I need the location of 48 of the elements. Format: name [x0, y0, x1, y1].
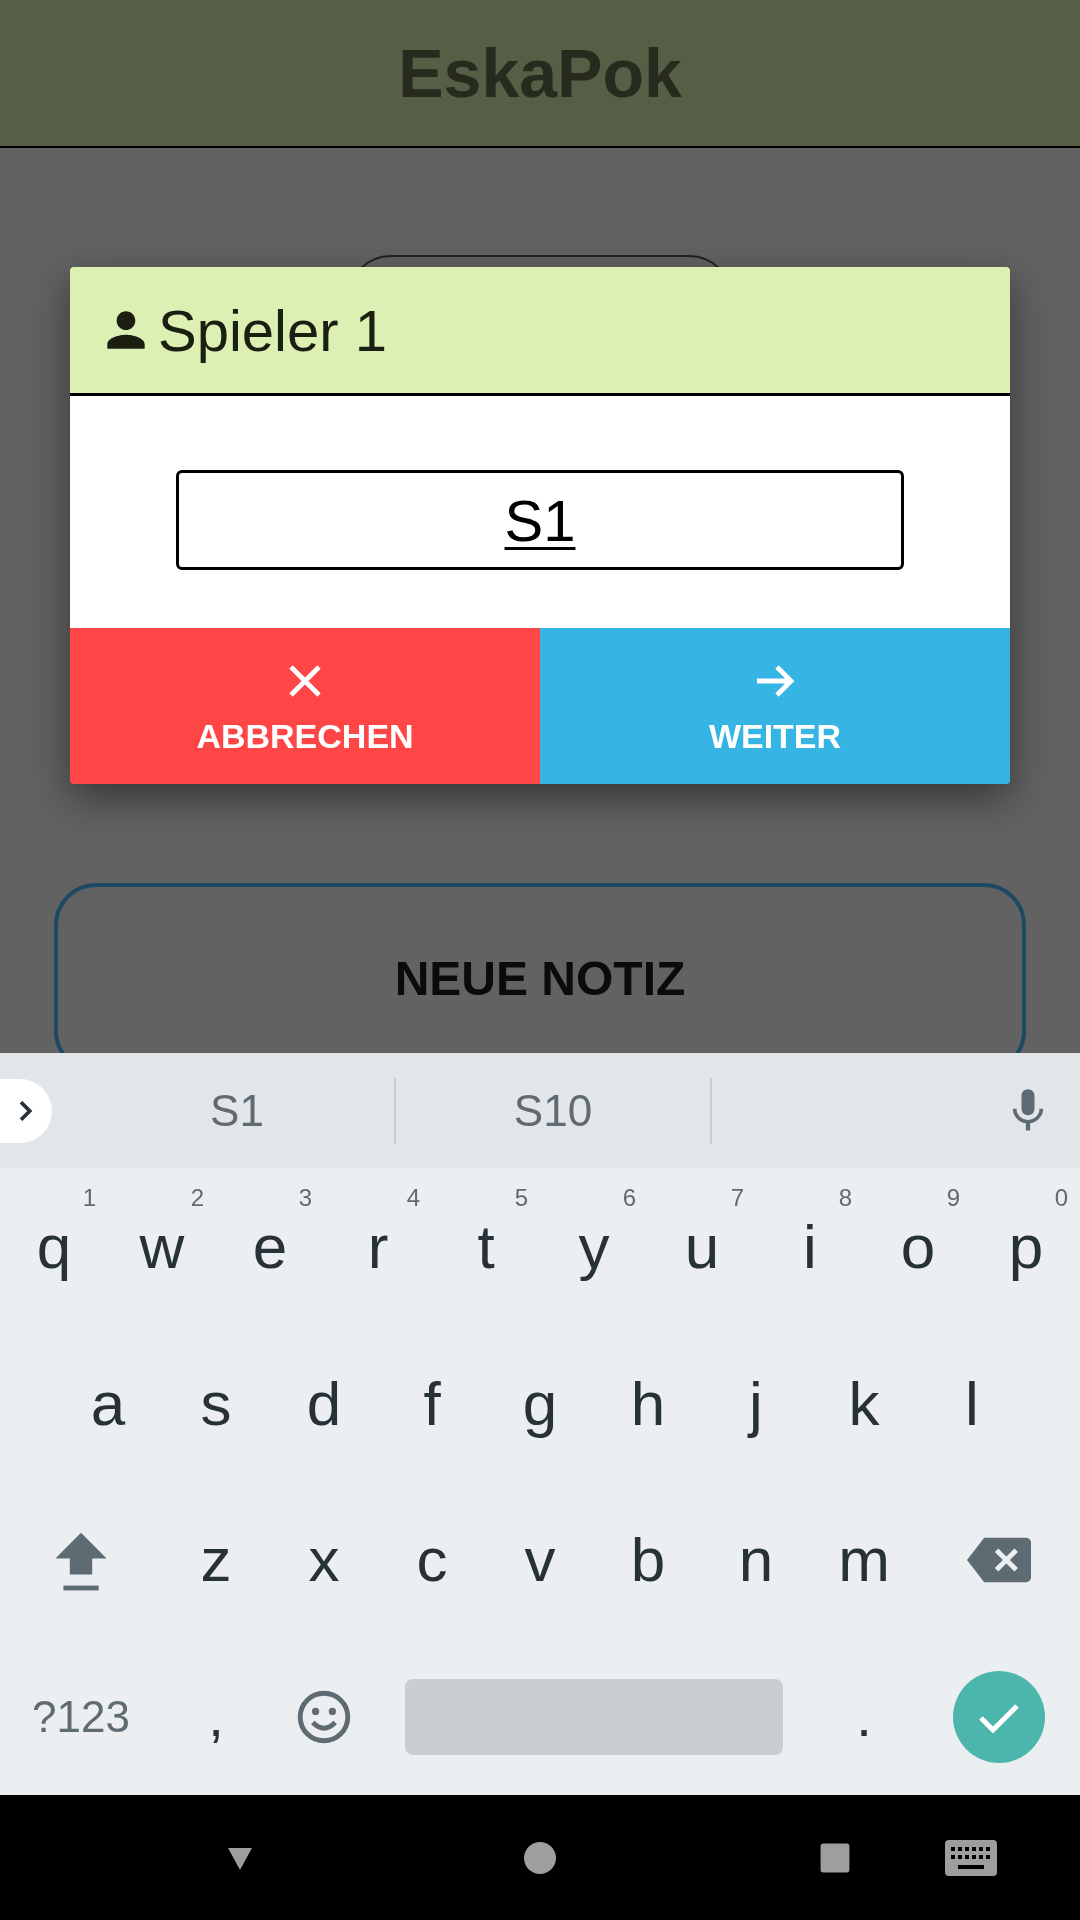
- suggestion[interactable]: S1: [154, 1085, 320, 1136]
- keyboard-key[interactable]: u 7: [648, 1168, 756, 1325]
- symbols-key[interactable]: ?123: [0, 1638, 162, 1795]
- keyboard-icon[interactable]: [945, 1839, 997, 1876]
- key-hint: 4: [406, 1184, 420, 1212]
- input-text: S1: [504, 486, 576, 554]
- expand-button[interactable]: [0, 1078, 52, 1143]
- key-hint: 1: [82, 1184, 96, 1212]
- keyboard-key[interactable]: w 2: [108, 1168, 216, 1325]
- input-field[interactable]: S1: [176, 470, 904, 570]
- keyboard-key[interactable]: t 5: [432, 1168, 540, 1325]
- keyboard-key[interactable]: x: [270, 1481, 378, 1639]
- keyboard-key[interactable]: v: [486, 1481, 594, 1639]
- keyboard-key[interactable]: c: [378, 1481, 486, 1639]
- keyboard-key[interactable]: a: [54, 1324, 162, 1482]
- key-hint: 9: [946, 1184, 960, 1212]
- keyboard-key[interactable]: y 6: [540, 1168, 648, 1325]
- key-hint: 0: [1054, 1184, 1068, 1212]
- suggestion[interactable]: S10: [470, 1085, 636, 1136]
- keyboard-key[interactable]: d: [270, 1324, 378, 1482]
- keyboard-key[interactable]: m: [810, 1481, 918, 1639]
- keyboard-key[interactable]: l: [918, 1324, 1026, 1482]
- key-hint: 2: [190, 1184, 204, 1212]
- keyboard-key[interactable]: e 3: [216, 1168, 324, 1325]
- key-hint: 8: [838, 1184, 852, 1212]
- key-hint: 6: [622, 1184, 636, 1212]
- keyboard-key[interactable]: f: [378, 1324, 486, 1482]
- key-hint: 5: [514, 1184, 528, 1212]
- keyboard-key[interactable]: n: [702, 1481, 810, 1639]
- keyboard-key[interactable]: g: [486, 1324, 594, 1482]
- keyboard-key[interactable]: z: [162, 1481, 270, 1639]
- keyboard-key[interactable]: r 4: [324, 1168, 432, 1325]
- dialog-title: Spieler 1: [158, 296, 387, 364]
- keyboard-key[interactable]: k: [810, 1324, 918, 1482]
- keyboard-key[interactable]: h: [594, 1324, 702, 1482]
- key-hint: 3: [298, 1184, 312, 1212]
- backspace-icon: [967, 1536, 1031, 1583]
- keyboard-key[interactable]: o 9: [864, 1168, 972, 1325]
- keyboard-key[interactable]: .: [810, 1638, 918, 1795]
- keyboard-key[interactable]: i 8: [756, 1168, 864, 1325]
- keyboard-key[interactable]: b: [594, 1481, 702, 1639]
- keyboard-key[interactable]: q 1: [0, 1168, 108, 1325]
- keyboard-key[interactable]: ,: [162, 1638, 270, 1795]
- smiley-icon: [296, 1688, 352, 1745]
- keyboard-key[interactable]: j: [702, 1324, 810, 1482]
- keyboard-key[interactable]: s: [162, 1324, 270, 1482]
- keyboard-key[interactable]: p 0: [972, 1168, 1080, 1325]
- key-hint: 7: [730, 1184, 744, 1212]
